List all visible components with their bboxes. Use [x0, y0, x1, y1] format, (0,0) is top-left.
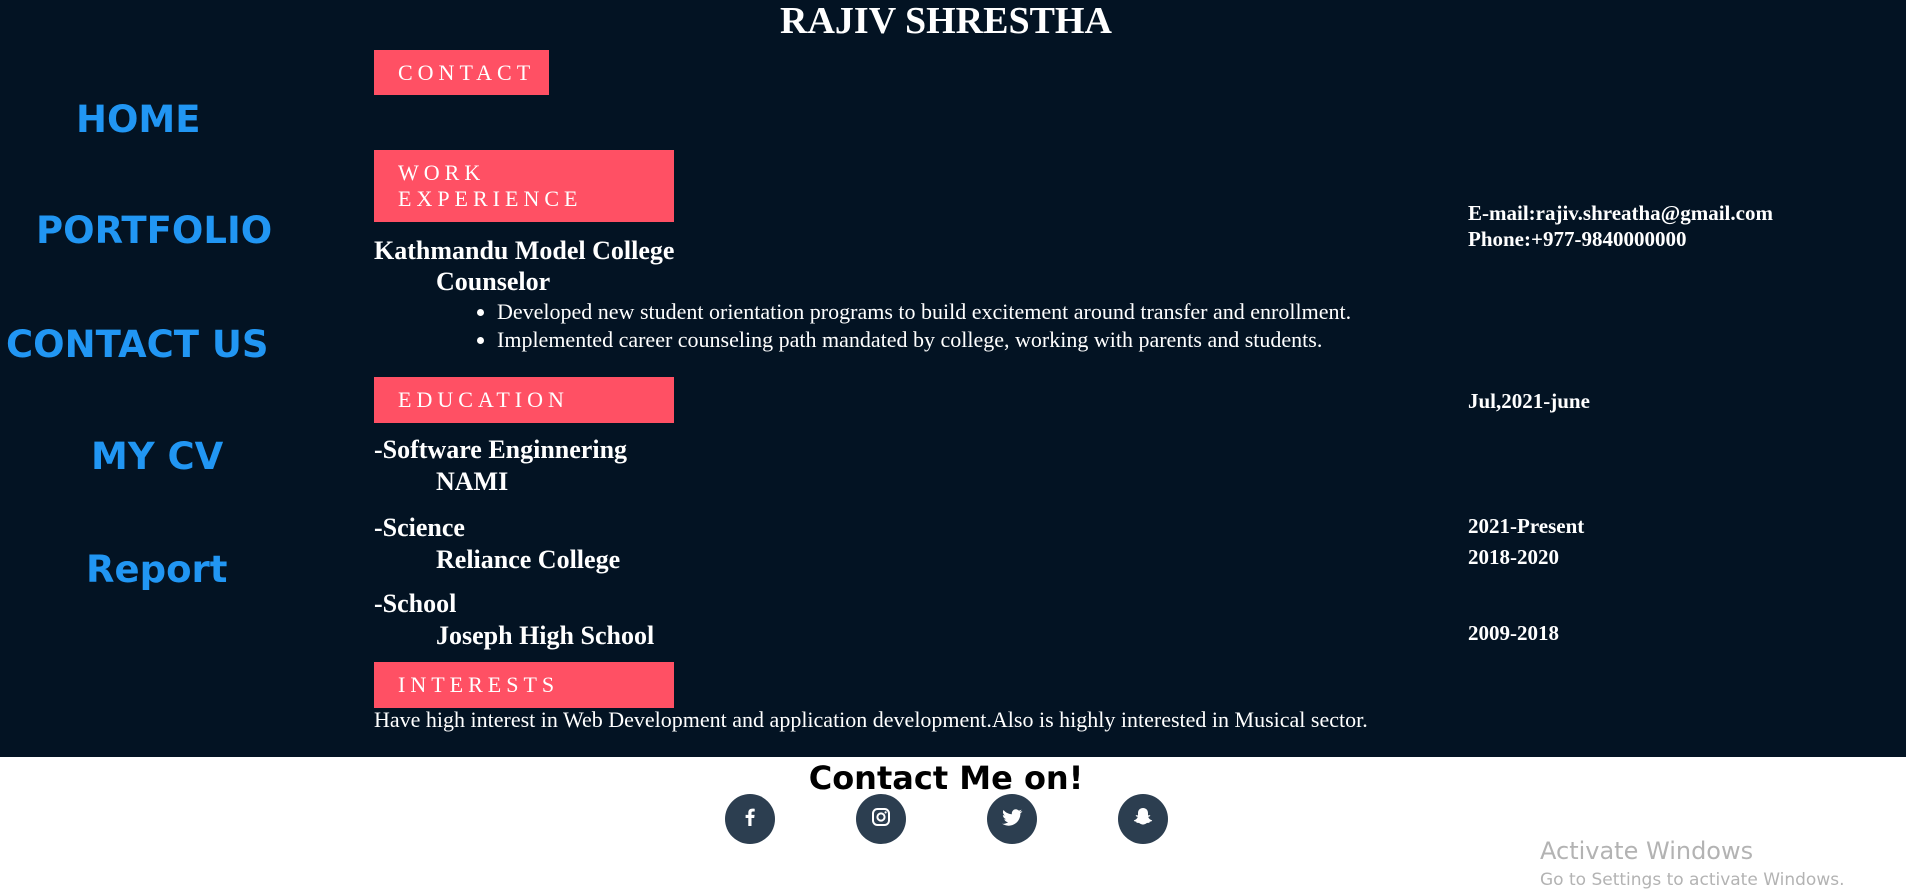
contact-section-tag: CONTACT [374, 50, 549, 95]
education-date: 2021-Present [1468, 514, 1585, 538]
work-experience-section-tag: WORK EXPERIENCE [374, 150, 674, 222]
list-item: Developed new student orientation progra… [497, 298, 1351, 326]
twitter-link[interactable] [987, 794, 1037, 844]
contact-email: E-mail:rajiv.shreatha@gmail.com [1468, 201, 1773, 225]
nav-contact-us-link[interactable]: CONTACT US [6, 323, 269, 367]
page-title: RAJIV SHRESTHA [780, 0, 1112, 42]
work-organization: Kathmandu Model College [374, 236, 675, 265]
nav-portfolio-link[interactable]: PORTFOLIO [36, 209, 272, 253]
instagram-link[interactable] [856, 794, 906, 844]
facebook-icon [738, 805, 762, 834]
interests-text: Have high interest in Web Development an… [374, 707, 1368, 732]
twitter-icon [1000, 805, 1024, 834]
work-tag-line2: EXPERIENCE [398, 186, 583, 211]
instagram-icon [869, 805, 893, 834]
education-date: 2018-2020 [1468, 545, 1559, 569]
work-date: Jul,2021-june [1468, 389, 1590, 413]
activate-windows-watermark: Activate Windows [1540, 837, 1754, 865]
education-field: -School [374, 589, 457, 618]
education-institution: Joseph High School [436, 621, 655, 650]
education-field: -Science [374, 513, 465, 542]
education-institution: NAMI [436, 467, 509, 496]
education-date: 2009-2018 [1468, 621, 1559, 645]
education-institution: Reliance College [436, 545, 621, 574]
nav-home-link[interactable]: HOME [76, 98, 201, 142]
work-role: Counselor [436, 267, 551, 296]
contact-phone: Phone:+977-9840000000 [1468, 227, 1687, 251]
snapchat-link[interactable] [1118, 794, 1168, 844]
footer-title: Contact Me on! [808, 759, 1084, 797]
nav-my-cv-link[interactable]: MY CV [91, 435, 223, 479]
education-section-tag: EDUCATION [374, 377, 674, 423]
facebook-link[interactable] [725, 794, 775, 844]
nav-report-link[interactable]: Report [86, 548, 227, 592]
work-tag-line1: WORK [398, 160, 486, 185]
interests-section-tag: INTERESTS [374, 662, 674, 708]
education-field: -Software Enginnering [374, 435, 628, 464]
activate-windows-hint: Go to Settings to activate Windows. [1540, 870, 1845, 890]
snapchat-icon [1131, 805, 1155, 834]
cv-background [0, 0, 1906, 757]
list-item: Implemented career counseling path manda… [497, 326, 1351, 354]
work-responsibilities-list: Developed new student orientation progra… [450, 298, 1351, 354]
